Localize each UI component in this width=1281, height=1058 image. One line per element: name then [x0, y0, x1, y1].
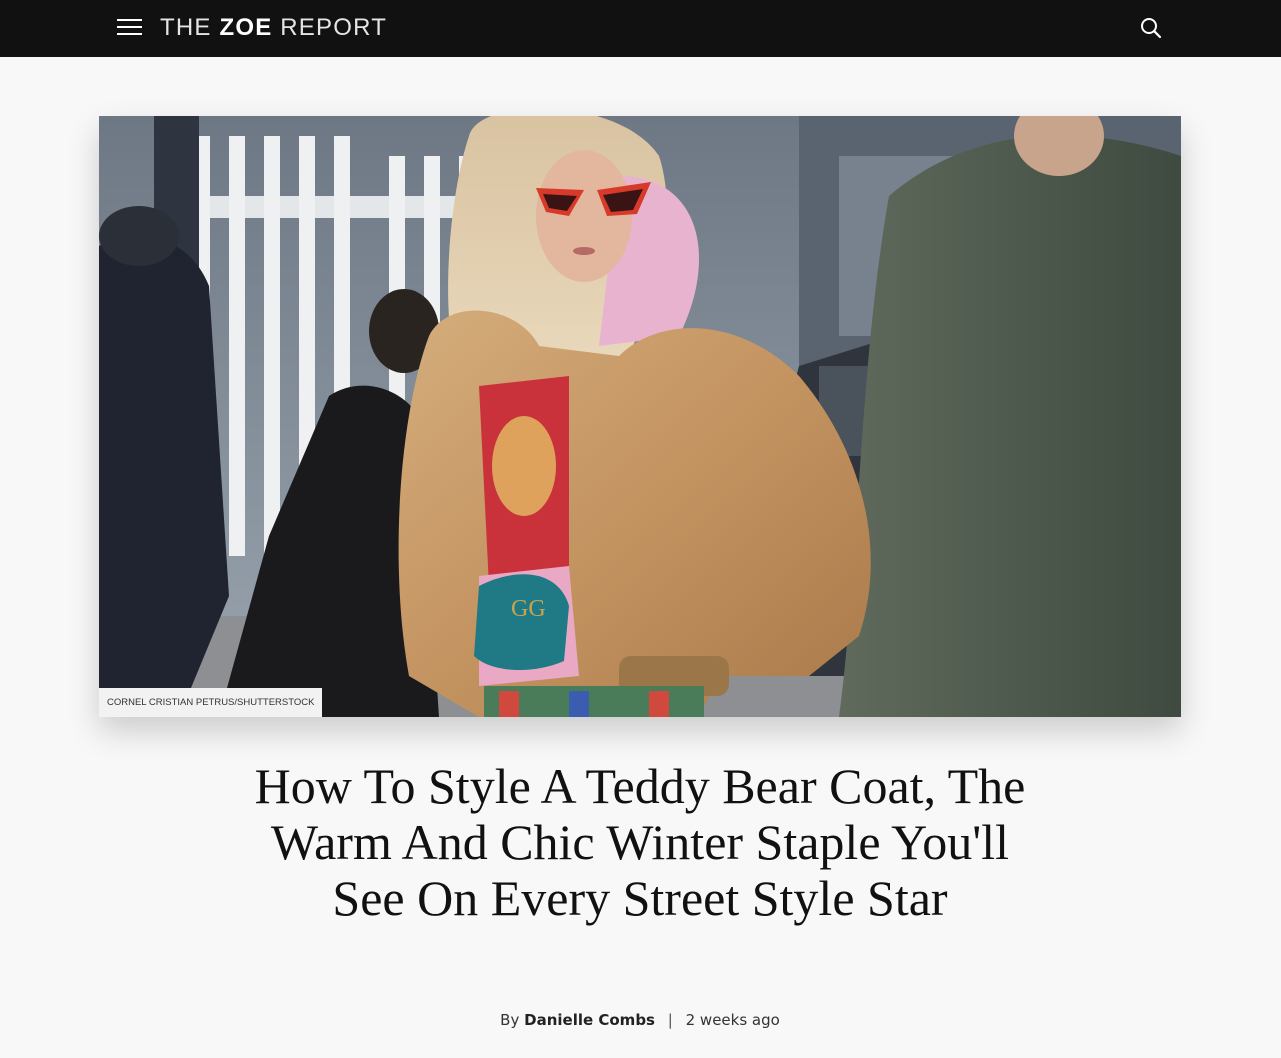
svg-text:GG: GG [511, 596, 546, 622]
hero-image: GG CORNEL CRISTIAN PETRUS/SHUTTERSTOCK [99, 116, 1181, 717]
hero-photo: GG [99, 116, 1181, 717]
article-title: How To Style A Teddy Bear Coat, The Warm… [254, 758, 1026, 926]
byline-prefix: By [500, 1011, 520, 1029]
site-logo[interactable]: THE ZOE REPORT [160, 13, 387, 43]
logo-zoe: ZOE [219, 14, 273, 41]
logo-report: REPORT [272, 14, 388, 41]
photo-credit: CORNEL CRISTIAN PETRUS/SHUTTERSTOCK [99, 688, 323, 717]
site-header: THE ZOE REPORT [0, 0, 1281, 57]
publish-date: 2 weeks ago [685, 1011, 780, 1029]
logo-the: THE [160, 14, 220, 41]
hamburger-menu-icon[interactable] [117, 19, 142, 36]
byline-separator: | [667, 1011, 673, 1029]
article-byline: By Danielle Combs | 2 weeks ago [340, 1008, 940, 1032]
search-icon[interactable] [1139, 16, 1163, 40]
author-link[interactable]: Danielle Combs [524, 1011, 655, 1029]
